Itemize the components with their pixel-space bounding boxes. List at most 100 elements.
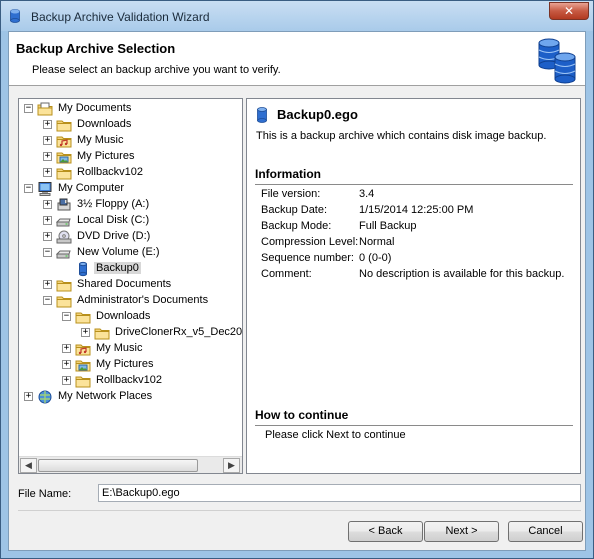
tree-item[interactable]: − My Computer (24, 181, 242, 197)
wizard-header: Backup Archive Selection Please select a… (9, 32, 585, 86)
expand-icon[interactable]: + (43, 152, 52, 161)
tree-item[interactable]: +3½ Floppy (A:) (43, 197, 242, 213)
back-button[interactable]: < Back (348, 521, 423, 542)
tree-item[interactable]: − Administrator's Documents (43, 293, 242, 309)
expand-icon[interactable]: + (62, 360, 71, 369)
property-key: Comment: (261, 268, 312, 280)
expand-icon[interactable]: + (43, 200, 52, 209)
tree-item[interactable]: − Downloads (62, 309, 242, 325)
database-icon (538, 38, 576, 84)
tree-item[interactable]: + DriveClonerRx_v5_Dec20 (81, 325, 243, 341)
expand-icon[interactable]: + (43, 280, 52, 289)
expand-icon[interactable]: + (43, 168, 52, 177)
cancel-button[interactable]: Cancel (508, 521, 583, 542)
archive-description: This is a backup archive which contains … (256, 130, 547, 142)
expand-icon[interactable]: + (43, 120, 52, 129)
collapse-icon[interactable]: − (62, 312, 71, 321)
expand-icon[interactable]: + (43, 136, 52, 145)
expand-icon[interactable]: + (24, 392, 33, 401)
tree-item[interactable]: + My Music (62, 341, 242, 357)
file-name-input[interactable] (98, 484, 581, 502)
tree-item-label: Downloads (77, 118, 132, 130)
music-folder-icon (56, 133, 72, 149)
expand-icon[interactable]: + (43, 216, 52, 225)
property-key: Sequence number: (261, 252, 354, 264)
database-icon (75, 261, 91, 277)
archive-name: Backup0.ego (277, 107, 358, 122)
database-icon (10, 9, 20, 23)
tree-item[interactable]: Backup0 (62, 261, 242, 277)
title-bar[interactable]: Backup Archive Validation Wizard ✕ (1, 1, 593, 31)
tree-item[interactable]: + My Network Places (24, 389, 242, 405)
tree-item[interactable]: + Shared Documents (43, 277, 242, 293)
expand-icon[interactable]: + (81, 328, 90, 337)
horizontal-scrollbar[interactable]: ◀ ▶ (19, 456, 242, 473)
folder-icon (56, 277, 72, 293)
tree-item-label: Rollbackv102 (96, 374, 163, 386)
close-button[interactable]: ✕ (549, 2, 589, 20)
tree-item-label: My Network Places (58, 390, 153, 402)
tree-item[interactable]: + My Pictures (62, 357, 242, 373)
collapse-icon[interactable]: − (43, 248, 52, 257)
floppy-icon (56, 197, 72, 213)
scroll-thumb[interactable] (38, 459, 198, 472)
folder-icon (56, 165, 72, 181)
database-icon (257, 107, 267, 123)
tree-item-label: My Computer (58, 182, 125, 194)
computer-icon (37, 181, 53, 197)
tree-item[interactable]: + My Music (43, 133, 242, 149)
property-key: File version: (261, 188, 321, 200)
pictures-folder-icon (56, 149, 72, 165)
expand-icon[interactable]: + (62, 344, 71, 353)
property-value: 0 (0-0) (359, 252, 392, 264)
hard-disk-icon (55, 245, 72, 261)
property-key: Backup Mode: (261, 220, 332, 232)
file-name-label: File Name: (18, 488, 72, 500)
tree-item-label: DriveClonerRx_v5_Dec20 (115, 326, 243, 338)
tree-item-label: DVD Drive (D:) (77, 230, 151, 242)
tree-item[interactable]: − My Documents (24, 101, 242, 117)
how-to-continue-heading: How to continue (255, 408, 349, 422)
collapse-icon[interactable]: − (24, 104, 33, 113)
folder-tree[interactable]: − My Documents + Downloads + My Music + My Pict… (18, 98, 243, 474)
tree-item[interactable]: − New Volume (E:) (43, 245, 242, 261)
property-value: 3.4 (359, 188, 375, 200)
scroll-left-button[interactable]: ◀ (20, 458, 37, 473)
tree-item[interactable]: + DVD Drive (D:) (43, 229, 242, 245)
archive-details-panel: Backup0.ego This is a backup archive whi… (246, 98, 581, 474)
continue-instructions: Please click Next to continue (265, 429, 406, 441)
tree-item[interactable]: + My Pictures (43, 149, 242, 165)
dvd-drive-icon (56, 229, 72, 245)
tree-item-label: My Music (77, 134, 124, 146)
page-subtitle: Please select an backup archive you want… (32, 64, 281, 76)
tree-item-label: Rollbackv102 (77, 166, 144, 178)
property-value: Full Backup (359, 220, 417, 232)
folder-icon (75, 373, 91, 389)
tree-item-label: New Volume (E:) (77, 246, 160, 258)
tree-item[interactable]: + Rollbackv102 (62, 373, 242, 389)
tree-item[interactable]: + Downloads (43, 117, 242, 133)
property-value: 1/15/2014 12:25:00 PM (359, 204, 474, 216)
hard-disk-icon (55, 213, 72, 229)
tree-item-label: Administrator's Documents (77, 294, 209, 306)
wizard-client-area: Backup Archive Selection Please select a… (8, 31, 586, 551)
collapse-icon[interactable]: − (43, 296, 52, 305)
scroll-right-button[interactable]: ▶ (223, 458, 240, 473)
tree-item-label: My Music (96, 342, 143, 354)
tree-item-label: Backup0 (94, 262, 141, 274)
tree-item[interactable]: + Rollbackv102 (43, 165, 242, 181)
music-folder-icon (75, 341, 91, 357)
button-divider (18, 510, 581, 511)
tree-item[interactable]: + Local Disk (C:) (43, 213, 242, 229)
expand-icon[interactable]: + (43, 232, 52, 241)
documents-icon (37, 101, 53, 117)
tree-item-label: Downloads (96, 310, 151, 322)
information-heading: Information (255, 167, 321, 181)
tree-item-label: My Pictures (77, 150, 135, 162)
tree-item-label: Shared Documents (77, 278, 172, 290)
collapse-icon[interactable]: − (24, 184, 33, 193)
expand-icon[interactable]: + (62, 376, 71, 385)
next-button[interactable]: Next > (424, 521, 499, 542)
folder-icon (75, 309, 91, 325)
pictures-folder-icon (75, 357, 91, 373)
